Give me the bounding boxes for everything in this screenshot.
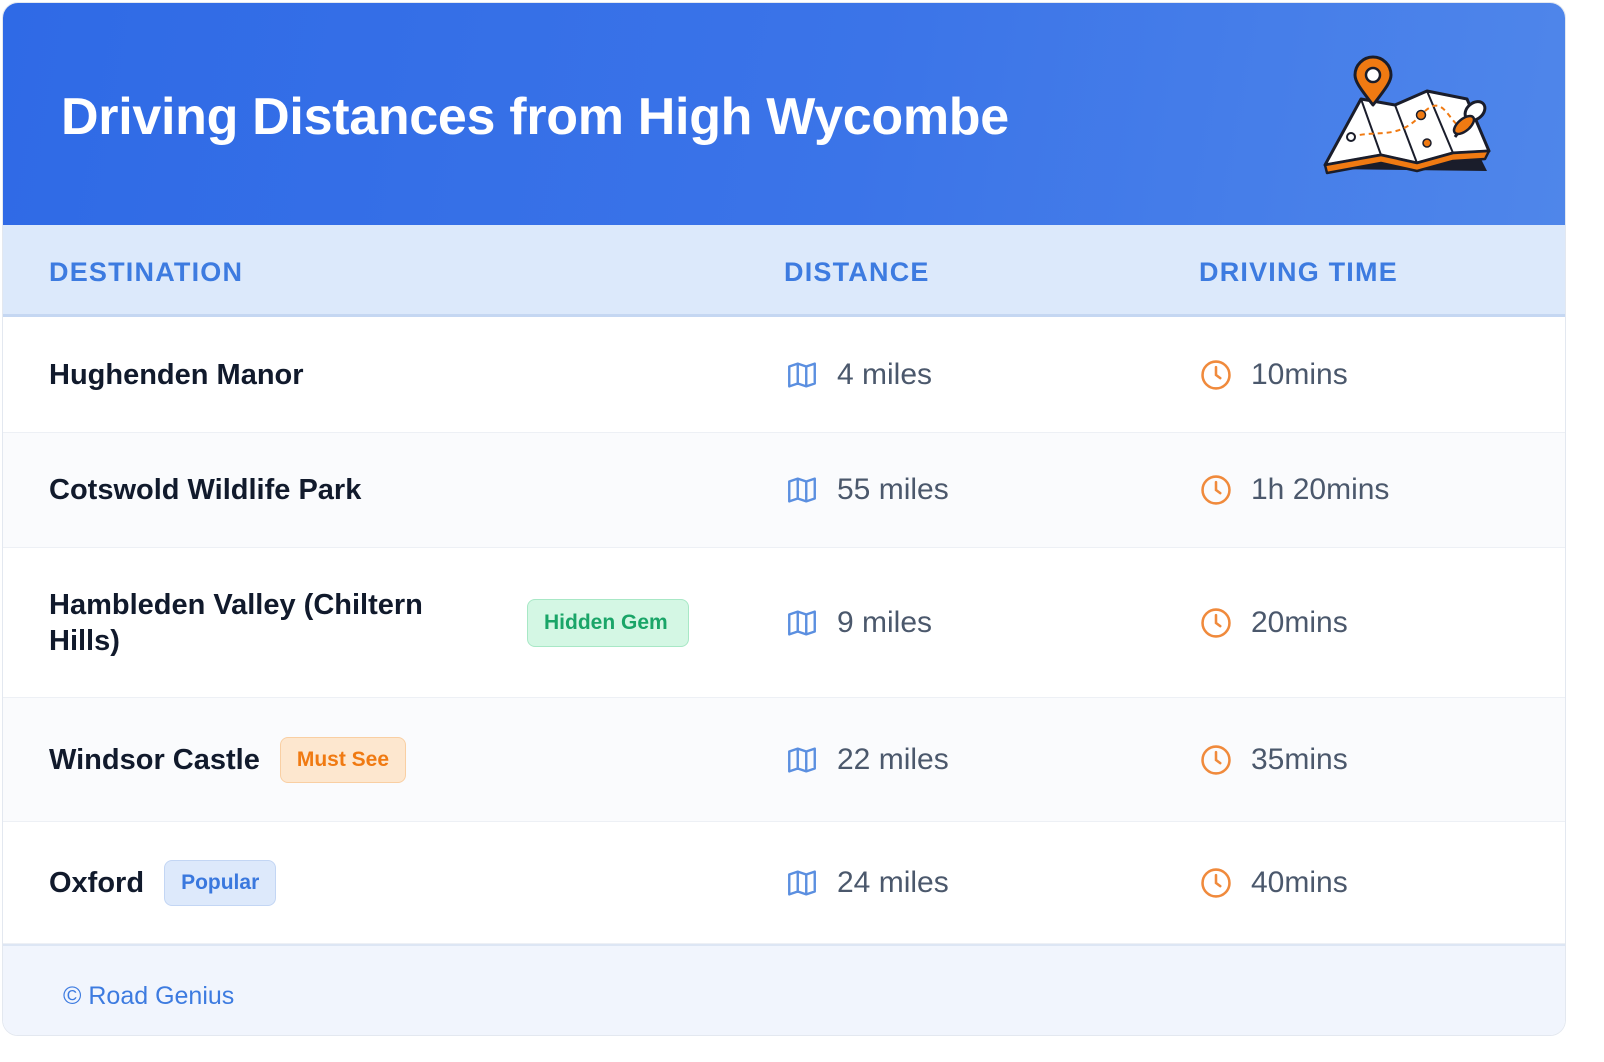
footer-credit: © Road Genius — [63, 982, 235, 1010]
map-icon — [788, 869, 816, 896]
map-pin-illustration-icon — [1323, 55, 1491, 175]
distance-value: 22 miles — [837, 742, 949, 776]
destination-name: Windsor Castle — [49, 743, 260, 776]
table-row: Windsor Castle Must See 22 miles 35mins — [3, 698, 1565, 822]
distance-value: 9 miles — [837, 605, 933, 639]
distance-value: 24 miles — [837, 865, 949, 899]
destination-cell: Windsor Castle Must See — [49, 736, 407, 783]
map-icon — [788, 477, 816, 503]
hidden-gem-badge: Hidden Gem — [527, 598, 689, 647]
clock-icon — [1201, 359, 1231, 390]
distance-value: 55 miles — [837, 473, 949, 506]
popular-badge: Popular — [164, 859, 277, 906]
footer: © Road Genius — [3, 944, 1565, 1035]
column-header-bar: DESTINATION DISTANCE DRIVING TIME — [3, 225, 1565, 317]
must-see-badge: Must See — [279, 736, 407, 783]
time-value: 10mins — [1251, 357, 1348, 391]
clock-icon — [1201, 475, 1231, 505]
page-title: Driving Distances from High Wycombe — [61, 88, 1009, 146]
distance-card: Driving Distances from High Wycombe DEST… — [2, 2, 1566, 1036]
time-cell: 20mins — [1199, 606, 1348, 640]
column-distance: DISTANCE — [784, 257, 930, 287]
table-row: Oxford Popular 24 miles 40mins — [3, 822, 1565, 944]
table-row: Hambleden Valley (Chiltern Hills) Hidden… — [3, 548, 1565, 698]
time-cell: 35mins — [1199, 743, 1348, 777]
column-destination: DESTINATION — [49, 257, 244, 287]
distance-cell: 22 miles — [785, 743, 949, 777]
destination-name: Oxford — [49, 866, 145, 899]
map-icon — [788, 361, 816, 388]
map-icon — [788, 746, 816, 773]
table-row: Hughenden Manor 4 miles 10mins — [3, 317, 1565, 433]
table-row: Cotswold Wildlife Park 55 miles 1h 20min… — [3, 433, 1565, 548]
time-cell: 1h 20mins — [1199, 473, 1389, 507]
distance-cell: 55 miles — [785, 473, 949, 507]
time-value: 1h 20mins — [1251, 473, 1390, 506]
destination-name: Hughenden Manor — [49, 358, 304, 391]
distance-cell: 4 miles — [785, 358, 932, 392]
distance-cell: 9 miles — [785, 606, 932, 640]
clock-icon — [1201, 607, 1231, 638]
header-banner: Driving Distances from High Wycombe — [3, 3, 1565, 225]
column-driving-time: DRIVING TIME — [1199, 257, 1398, 287]
time-value: 40mins — [1251, 865, 1348, 899]
map-icon — [788, 609, 816, 636]
destination-cell: Hambleden Valley (Chiltern Hills) Hidden… — [49, 587, 689, 659]
distance-cell: 24 miles — [785, 866, 949, 900]
distance-value: 4 miles — [837, 357, 933, 391]
destination-cell: Hughenden Manor — [49, 357, 304, 393]
time-cell: 10mins — [1199, 358, 1348, 392]
time-cell: 40mins — [1199, 866, 1348, 900]
destination-cell: Cotswold Wildlife Park — [49, 472, 361, 508]
clock-icon — [1201, 867, 1231, 898]
clock-icon — [1201, 744, 1231, 775]
destination-name: Cotswold Wildlife Park — [49, 474, 362, 506]
destination-cell: Oxford Popular — [49, 859, 277, 906]
time-value: 35mins — [1251, 742, 1348, 776]
time-value: 20mins — [1251, 605, 1348, 639]
destination-name: Hambleden Valley (Chiltern Hills) — [49, 588, 423, 657]
